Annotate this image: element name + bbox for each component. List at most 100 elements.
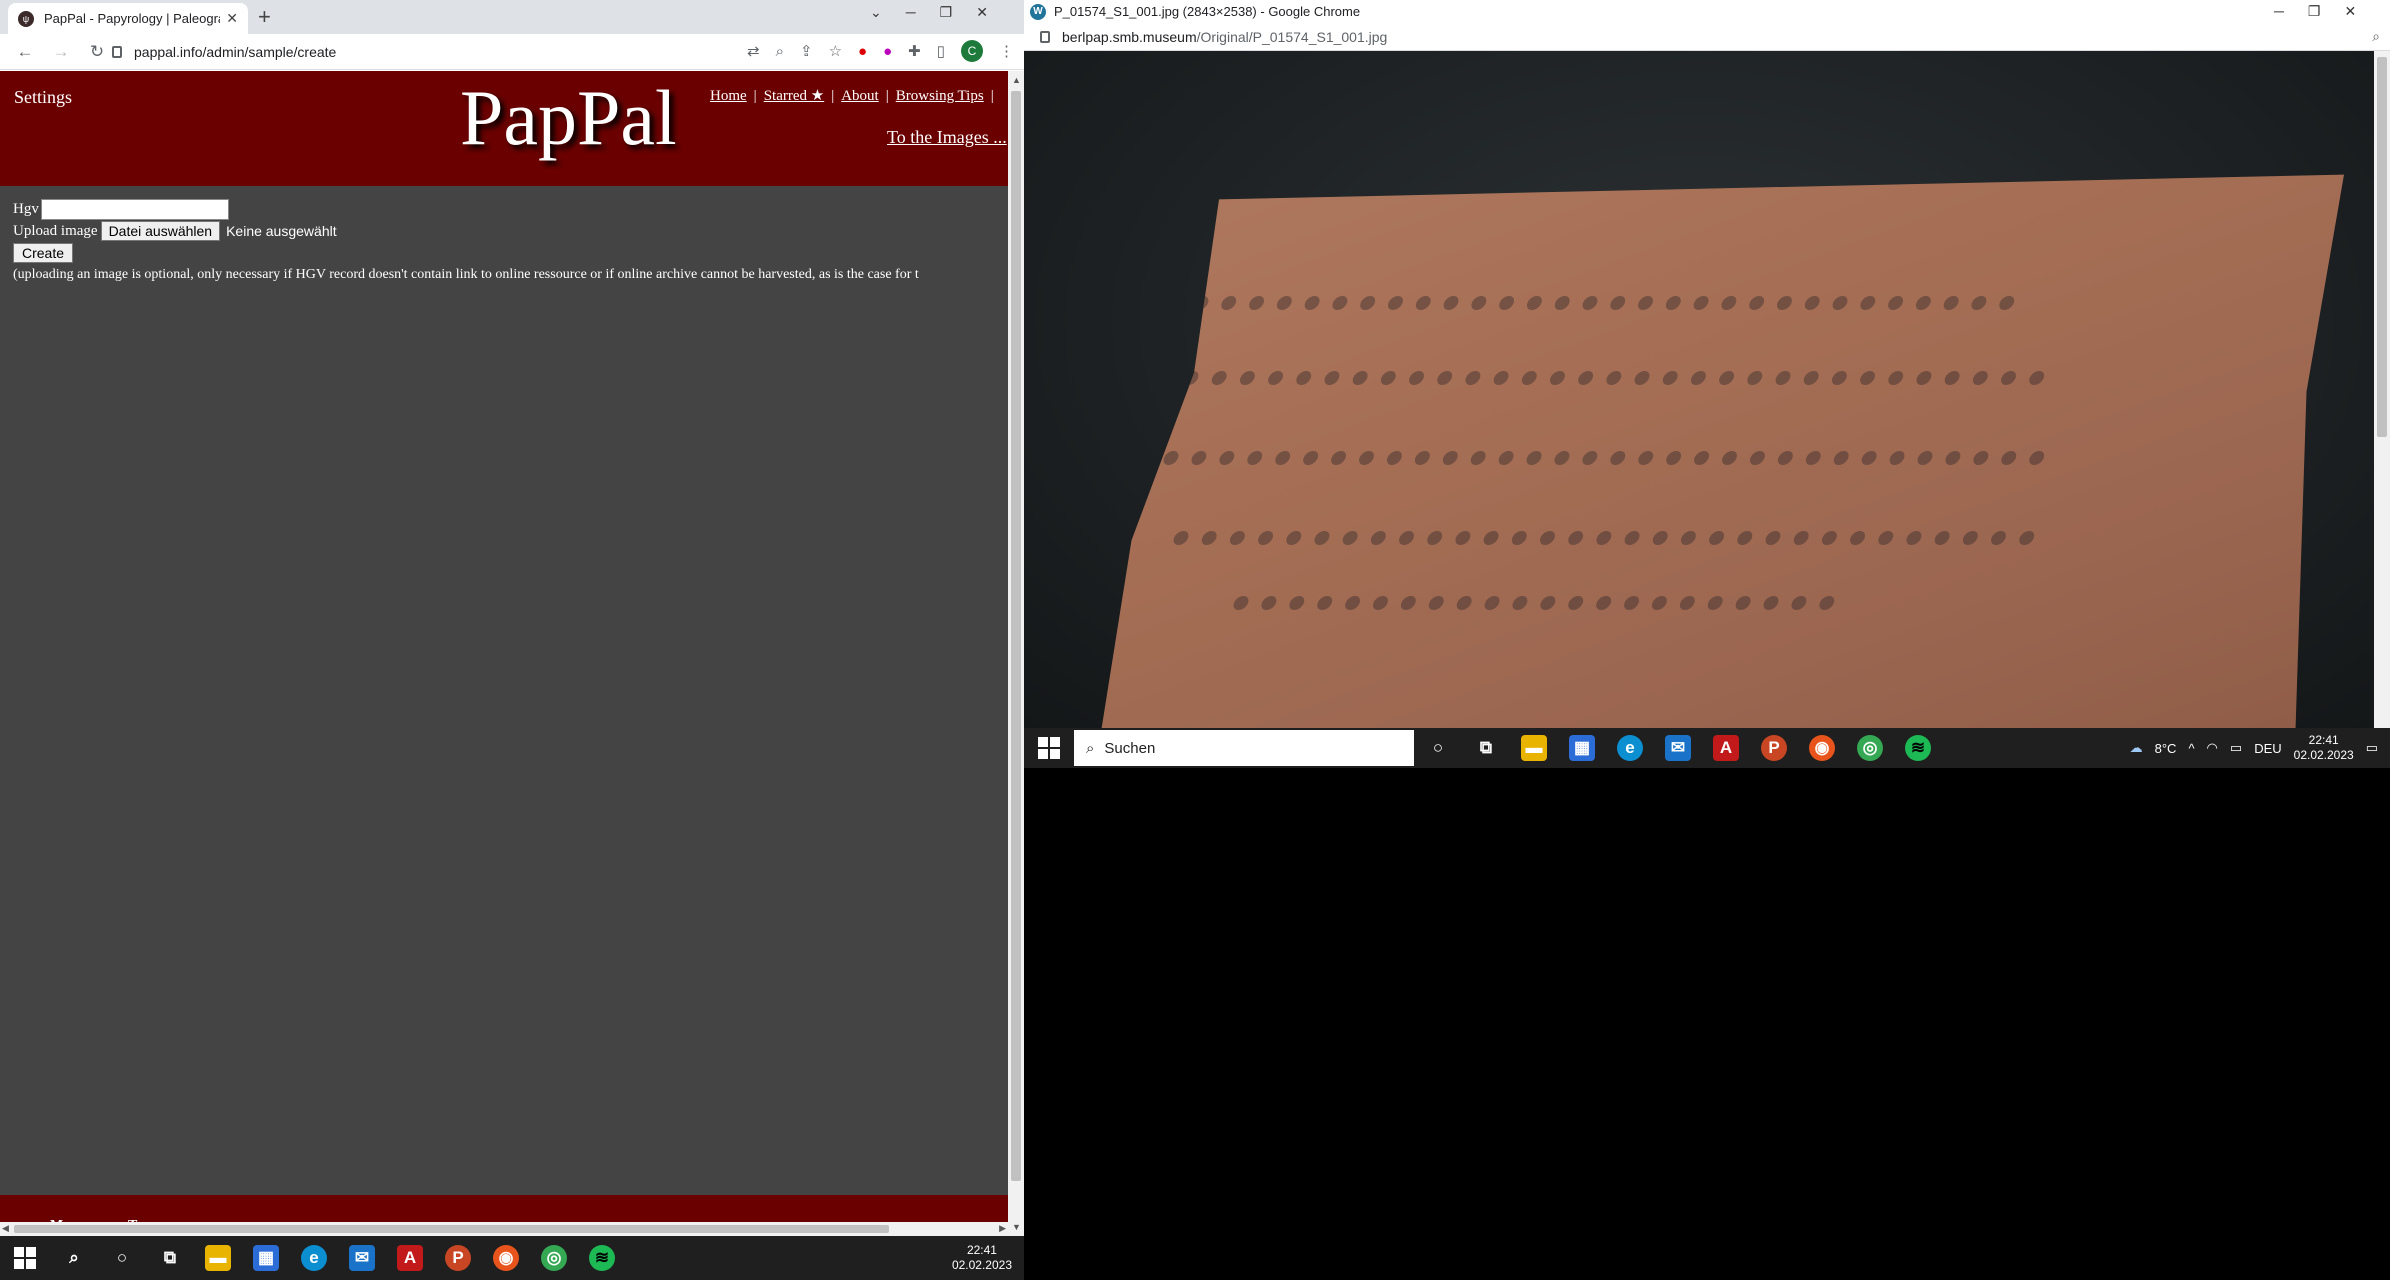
settings-link[interactable]: Settings xyxy=(14,87,72,108)
right-vertical-scroll-thumb[interactable] xyxy=(2377,57,2387,437)
pappal-logo[interactable]: PapPal xyxy=(460,73,677,163)
edge-icon[interactable]: e xyxy=(1617,735,1643,761)
battery-icon[interactable]: ▭ xyxy=(2230,740,2242,756)
cortana-icon[interactable]: ○ xyxy=(109,1245,135,1271)
left-window-controls: ⌄ ─ ❐ ✕ xyxy=(870,4,988,21)
tab-pappal[interactable]: ψ PapPal - Papyrology | Paleograph ✕ xyxy=(8,3,248,34)
tab-search-icon[interactable]: ⌄ xyxy=(870,4,882,21)
right-browser-window: W P_01574_S1_001.jpg (2843×2538) - Googl… xyxy=(1024,0,2390,768)
nav-home[interactable]: Home xyxy=(710,88,747,104)
lock-icon xyxy=(1040,30,1050,43)
tab-close-icon[interactable]: ✕ xyxy=(226,10,238,27)
address-bar[interactable]: pappal.info/admin/sample/create xyxy=(112,38,692,66)
extensions-puzzle-icon[interactable]: ✚ xyxy=(908,42,921,60)
task-view-icon[interactable]: ⧉ xyxy=(157,1245,183,1271)
bookmark-star-icon[interactable]: ☆ xyxy=(829,42,842,60)
nav-browsing-tips[interactable]: Browsing Tips xyxy=(896,88,984,104)
firefox-icon[interactable]: ◉ xyxy=(1809,735,1835,761)
cortana-icon[interactable]: ○ xyxy=(1425,735,1451,761)
minimize-icon[interactable]: ─ xyxy=(906,4,916,21)
powerpoint-icon[interactable]: P xyxy=(1761,735,1787,761)
acrobat-icon[interactable]: A xyxy=(1713,735,1739,761)
scroll-left-icon[interactable]: ◀ xyxy=(2,1223,9,1234)
mail-icon[interactable]: ✉ xyxy=(349,1245,375,1271)
left-horizontal-scroll-thumb[interactable] xyxy=(14,1225,889,1233)
left-taskbar: ⌕ ○ ⧉ ▬ ▦ e ✉ A P ◉ ◎ ≋ 22:41 02.02.2023 xyxy=(0,1236,1024,1280)
translate-icon[interactable]: ⇄ xyxy=(747,42,760,60)
store-icon[interactable]: ▦ xyxy=(1569,735,1595,761)
zoom-icon[interactable]: ⌕ xyxy=(776,43,784,60)
nav-about[interactable]: About xyxy=(841,88,879,104)
taskbar-clock[interactable]: 22:41 02.02.2023 xyxy=(2294,733,2354,763)
pappal-page: Settings PapPal Home | Starred ★ | About | Bro… xyxy=(0,71,1008,1236)
file-status: Keine ausgewählt xyxy=(226,223,337,239)
right-title-bar: W P_01574_S1_001.jpg (2843×2538) - Googl… xyxy=(1024,0,2390,23)
zoom-icon[interactable]: ⌕ xyxy=(2372,28,2380,45)
menu-kebab-icon[interactable]: ⋮ xyxy=(999,42,1014,60)
language-indicator[interactable]: DEU xyxy=(2254,741,2281,756)
scroll-up-icon[interactable]: ▲ xyxy=(1012,75,1021,85)
minimize-icon[interactable]: ─ xyxy=(2274,3,2284,20)
mail-icon[interactable]: ✉ xyxy=(1665,735,1691,761)
taskbar-search-icon[interactable]: ⌕ xyxy=(61,1245,87,1271)
network-icon[interactable]: ◠ xyxy=(2207,740,2218,756)
reload-icon[interactable]: ↻ xyxy=(86,42,108,62)
left-horizontal-scrollbar[interactable]: ◀ ▶ xyxy=(0,1222,1008,1236)
new-tab-icon[interactable]: + xyxy=(258,4,271,30)
powerpoint-icon[interactable]: P xyxy=(445,1245,471,1271)
url-path: /Original/P_01574_S1_001.jpg xyxy=(1196,28,1388,45)
extension-red-icon[interactable]: ● xyxy=(858,43,867,60)
file-explorer-icon[interactable]: ▬ xyxy=(1521,735,1547,761)
weather-cloud-icon[interactable]: ☁ xyxy=(2130,740,2143,756)
acrobat-icon[interactable]: A xyxy=(397,1245,423,1271)
left-vertical-scroll-thumb[interactable] xyxy=(1011,91,1021,1181)
create-button[interactable]: Create xyxy=(13,243,74,263)
chrome-icon[interactable]: ◎ xyxy=(541,1245,567,1271)
edge-icon[interactable]: e xyxy=(301,1245,327,1271)
choose-file-button[interactable]: Datei auswählen xyxy=(100,221,221,241)
scroll-down-icon[interactable]: ▼ xyxy=(1012,1222,1021,1232)
papyrus-image[interactable] xyxy=(1024,51,2374,768)
spotify-icon[interactable]: ≋ xyxy=(1905,735,1931,761)
weather-temp[interactable]: 8°C xyxy=(2155,741,2177,756)
create-sample-form: Hgv Upload image Datei auswählen Keine a… xyxy=(13,198,919,286)
search-icon: ⌕ xyxy=(1086,739,1095,757)
upload-note: (uploading an image is optional, only ne… xyxy=(13,267,919,282)
store-icon[interactable]: ▦ xyxy=(253,1245,279,1271)
nav-separator: | xyxy=(831,88,835,104)
left-vertical-scrollbar[interactable]: ▲ ▼ xyxy=(1008,71,1024,1236)
close-window-icon[interactable]: ✕ xyxy=(2344,3,2356,20)
back-icon[interactable]: ← xyxy=(14,42,36,62)
hgv-input[interactable] xyxy=(40,198,229,220)
restore-icon[interactable]: ❐ xyxy=(940,4,953,21)
hgv-label: Hgv xyxy=(13,200,39,217)
windows-start-icon[interactable] xyxy=(1038,737,1060,759)
file-explorer-icon[interactable]: ▬ xyxy=(205,1245,231,1271)
ink-line xyxy=(1161,451,2047,465)
forward-icon[interactable]: → xyxy=(50,42,72,62)
taskbar-clock[interactable]: 22:41 02.02.2023 xyxy=(952,1243,1012,1273)
task-view-icon[interactable]: ⧉ xyxy=(1473,735,1499,761)
spotify-icon[interactable]: ≋ xyxy=(589,1245,615,1271)
share-icon[interactable]: ⇪ xyxy=(800,42,813,60)
side-panel-icon[interactable]: ▯ xyxy=(937,42,945,60)
clock-time: 22:41 xyxy=(2308,733,2339,747)
chrome-icon[interactable]: ◎ xyxy=(1857,735,1883,761)
to-images-link[interactable]: To the Images ... xyxy=(887,127,1007,148)
restore-icon[interactable]: ❐ xyxy=(2308,3,2321,20)
windows-start-icon[interactable] xyxy=(14,1247,36,1269)
scroll-right-icon[interactable]: ▶ xyxy=(999,1223,1006,1234)
right-address-bar[interactable]: berlpap.smb.museum /Original/P_01574_S1_… xyxy=(1024,23,2390,51)
profile-avatar[interactable]: C xyxy=(961,40,983,62)
upload-image-label: Upload image xyxy=(13,222,98,239)
extension-purple-icon[interactable]: ● xyxy=(883,43,892,60)
close-window-icon[interactable]: ✕ xyxy=(976,4,988,21)
taskbar-search-box[interactable]: ⌕ Suchen xyxy=(1074,730,1414,766)
nav-starred[interactable]: Starred ★ xyxy=(764,88,825,104)
notification-icon[interactable]: ▭ xyxy=(2366,740,2378,756)
right-vertical-scrollbar[interactable] xyxy=(2374,51,2390,728)
right-window-title: P_01574_S1_001.jpg (2843×2538) - Google … xyxy=(1054,4,1361,19)
toolbar-icons: ⇄ ⌕ ⇪ ☆ ● ● ✚ ▯ C ⋮ xyxy=(747,40,1014,62)
firefox-icon[interactable]: ◉ xyxy=(493,1245,519,1271)
tray-chevron-icon[interactable]: ^ xyxy=(2188,741,2194,756)
